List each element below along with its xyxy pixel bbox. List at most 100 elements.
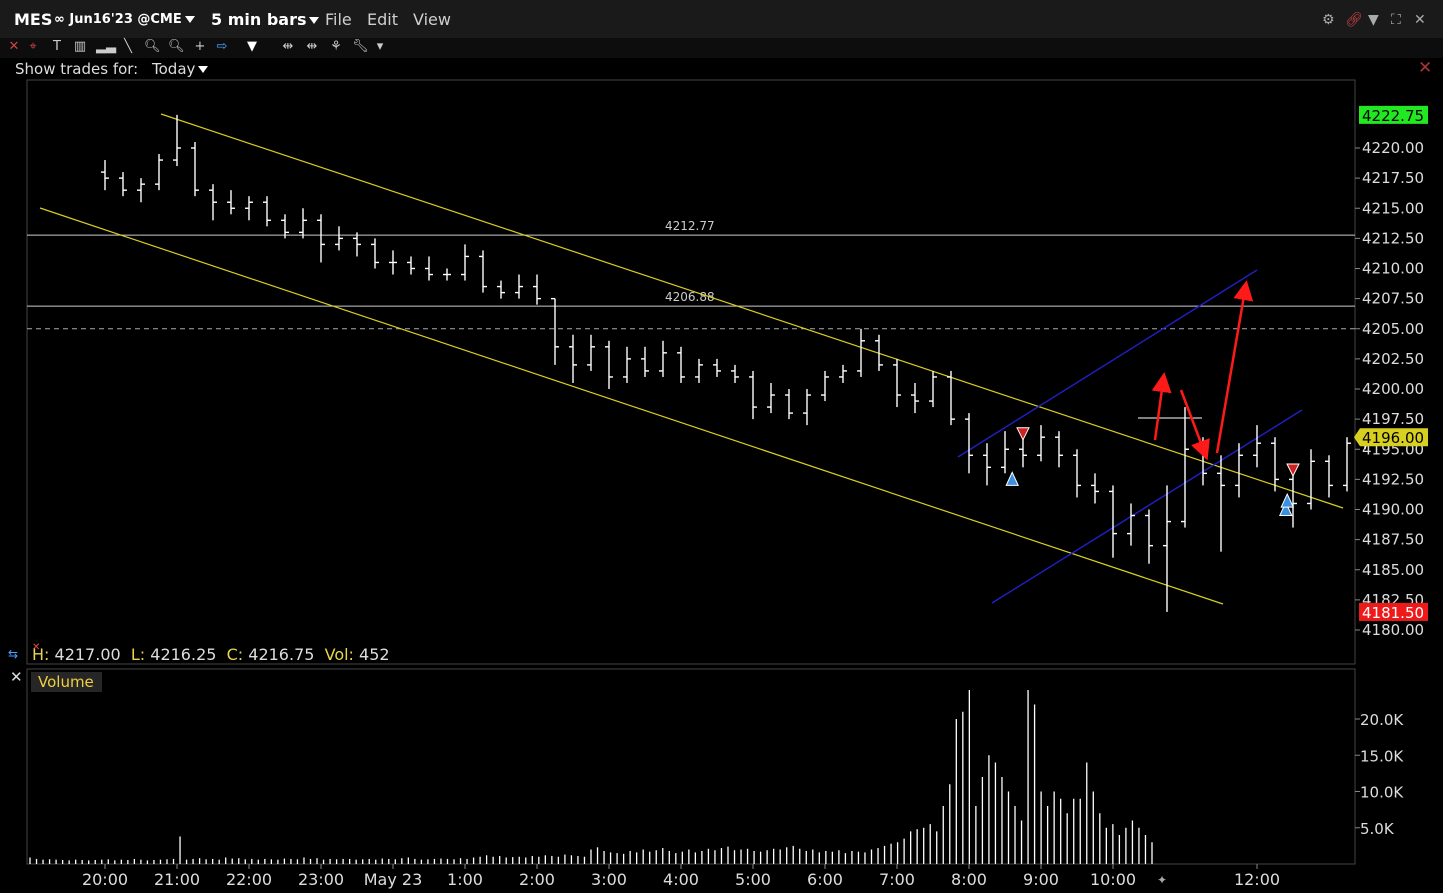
ohlc-readout: H: 4217.00 L: 4216.25 C: 4216.75 Vol: 45…: [32, 645, 390, 664]
ohlc-low: 4216.25: [150, 645, 217, 664]
volume-panel-label: Volume: [31, 672, 102, 692]
ohlc-bar: [1001, 431, 1009, 474]
price-tick-label: 4220.00: [1362, 139, 1424, 157]
time-tick-label: 8:00: [951, 870, 987, 889]
ohlc-bar: [533, 274, 541, 305]
ohlc-bar: [1163, 485, 1171, 612]
ohlc-bar: [497, 280, 505, 299]
time-tick-label: 21:00: [154, 870, 200, 889]
close-icon[interactable]: ✕: [10, 668, 23, 686]
channel-upper-line: [160, 113, 1344, 509]
ohlc-bar: [767, 382, 775, 414]
price-tick-label: 4190.00: [1362, 501, 1424, 519]
horizontal-levels: 4212.77 4206.88: [27, 219, 1355, 330]
volume-panel-frame: [26, 668, 1356, 865]
ohlc-volume: 452: [359, 645, 390, 664]
ohlc-bar: [335, 226, 343, 251]
price-tick-label: 4205.00: [1362, 320, 1424, 338]
time-tick-label: 5:00: [735, 870, 771, 889]
ohlc-bar: [785, 389, 793, 420]
ohlc-bar: [371, 238, 379, 269]
time-tick-label: 4:00: [663, 870, 699, 889]
price-axis: 4220.00 4217.50 4215.00 4212.50 4210.00 4207.…: [1355, 139, 1424, 639]
arrow-up-2: [1215, 280, 1254, 454]
price-tick-label: 4212.50: [1362, 229, 1424, 247]
price-panel-frame: [26, 79, 1356, 665]
time-tick-label: 20:00: [82, 870, 128, 889]
ohlc-bar: [839, 364, 847, 383]
ohlc-bar: [821, 370, 829, 402]
ohlc-bar: [137, 178, 145, 203]
time-tick-label: 12:00: [1234, 870, 1280, 889]
ohlc-bar: [911, 382, 919, 414]
ohlc-bar: [1181, 407, 1189, 528]
buy-marker: [1280, 492, 1295, 508]
ohlc-high: 4217.00: [54, 645, 121, 664]
level-label: 4212.77: [665, 219, 715, 233]
ohlc-bar: [947, 370, 955, 426]
ohlc-bar: [659, 340, 667, 377]
ohlc-bar: [803, 389, 811, 426]
ohlc-bar: [1055, 431, 1063, 468]
projection-arrows: [1151, 280, 1254, 461]
ohlc-bar: [749, 370, 757, 420]
ohlc-bar: [245, 196, 253, 221]
time-tick-label: 7:00: [879, 870, 915, 889]
low-price-tag-label: 4181.50: [1362, 604, 1424, 622]
price-tick-label: 4202.50: [1362, 350, 1424, 368]
ohlc-bar: [1253, 425, 1261, 468]
ohlc-bar: [155, 154, 163, 191]
ohlc-bar: [1343, 437, 1351, 492]
sell-marker: [1286, 463, 1300, 478]
volume-tick-label: 20.0K: [1360, 711, 1404, 729]
ohlc-bar: [407, 256, 415, 275]
ohlc-bar: [443, 268, 451, 281]
time-tick-label: 3:00: [591, 870, 627, 889]
ohlc-bar: [191, 141, 199, 197]
price-bars: [101, 114, 1369, 612]
ohlc-bar: [695, 358, 703, 383]
price-tick-label: 4180.00: [1362, 621, 1424, 639]
ohlc-bar: [173, 114, 181, 167]
ohlc-bar: [1037, 425, 1045, 462]
ohlc-bar: [587, 334, 595, 371]
time-tick-label: 23:00: [298, 870, 344, 889]
price-tick-label: 4217.50: [1362, 169, 1424, 187]
price-tick-label: 4197.50: [1362, 410, 1424, 428]
price-tick-label: 4200.00: [1362, 380, 1424, 398]
ohlc-bar: [479, 250, 487, 293]
time-tick-label: 9:00: [1023, 870, 1059, 889]
ohlc-bar: [1019, 437, 1027, 468]
ohlc-bar: [209, 184, 217, 221]
ohlc-bar: [641, 346, 649, 377]
volume-tick-label: 10.0K: [1360, 784, 1404, 802]
volume-bars: [29, 690, 1153, 864]
ohlc-bar: [1145, 509, 1153, 564]
ohlc-bar: [677, 346, 685, 383]
ohlc-bar: [929, 370, 937, 408]
ohlc-close: 4216.75: [248, 645, 315, 664]
price-tick-label: 4185.00: [1362, 561, 1424, 579]
expand-icon[interactable]: ⇆: [8, 647, 18, 661]
price-chart[interactable]: 4220.00 4217.50 4215.00 4212.50 4210.00 4207.…: [0, 0, 1443, 893]
ohlc-bar: [605, 340, 613, 389]
ohlc-bar: [1109, 485, 1117, 558]
ohlc-bar: [1325, 455, 1333, 498]
ohlc-bar: [1307, 449, 1315, 510]
ohlc-bar: [965, 413, 973, 474]
channel-lower-line: [39, 207, 1224, 605]
sell-marker: [1016, 427, 1030, 441]
ohlc-bar: [101, 160, 109, 191]
ohlc-bar: [713, 358, 721, 377]
ohlc-bar: [299, 208, 307, 239]
time-tick-label: 22:00: [226, 870, 272, 889]
ohlc-bar: [1127, 503, 1135, 546]
ohlc-bar: [515, 274, 523, 299]
price-tick-label: 4215.00: [1362, 199, 1424, 217]
price-tick-label: 4207.50: [1362, 290, 1424, 308]
ohlc-bar: [1091, 473, 1099, 504]
volume-tick-label: 5.0K: [1360, 820, 1395, 838]
ohlc-bar: [389, 250, 397, 275]
time-tick-label: 2:00: [519, 870, 555, 889]
volume-axis: 20.0K 15.0K 10.0K 5.0K: [1355, 711, 1404, 838]
